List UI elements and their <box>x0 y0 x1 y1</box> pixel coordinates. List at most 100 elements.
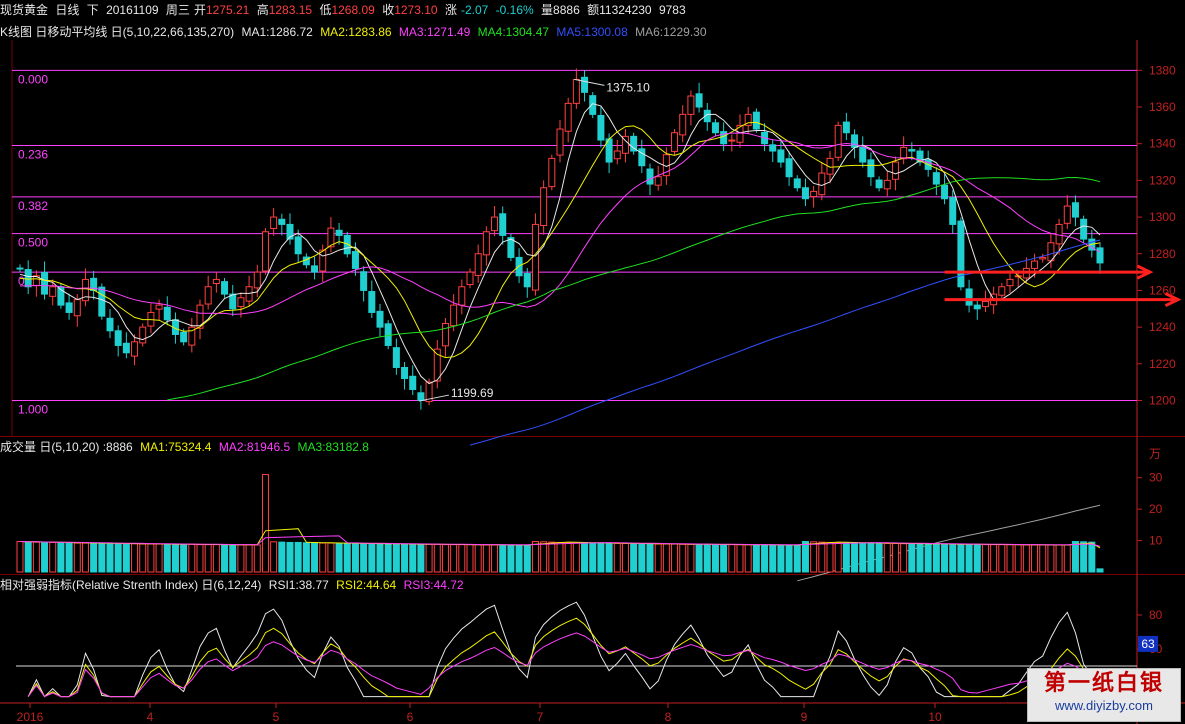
candle-body <box>965 288 973 306</box>
volume-bar <box>278 541 286 573</box>
time-tick-label: 4 <box>147 710 154 724</box>
candle-body <box>114 330 122 346</box>
volume-bar <box>842 542 850 573</box>
volume-bar <box>106 542 114 573</box>
volume-bar <box>875 542 883 573</box>
candle-body <box>122 342 130 354</box>
time-tick-label: 7 <box>537 710 544 724</box>
volume-bar <box>1039 544 1047 573</box>
candle-body <box>106 317 114 332</box>
volume-bar <box>515 544 523 573</box>
candle-body <box>867 159 875 178</box>
candle-body <box>409 375 417 390</box>
volume-bar <box>294 541 302 573</box>
volume-bar <box>630 543 638 573</box>
candle-body <box>376 310 384 328</box>
volume-bar <box>613 542 621 573</box>
volume-bar <box>1031 544 1039 573</box>
candle-body <box>351 251 359 269</box>
candle-body <box>842 121 850 134</box>
high-annotation: 1375.10 <box>606 80 650 94</box>
price-tick-label: 1200 <box>1149 393 1176 407</box>
volume-bar <box>458 544 466 573</box>
volume-bar <box>507 544 515 573</box>
volume-bar <box>924 543 932 573</box>
volume-bar <box>171 543 179 573</box>
candle-body <box>581 76 589 93</box>
candle-body <box>810 190 818 198</box>
volume-bar <box>957 543 965 573</box>
volume-bar <box>777 544 785 573</box>
fib-label: 0.000 <box>18 72 48 86</box>
volume-bar <box>245 544 253 573</box>
time-tick-label: 9 <box>801 710 808 724</box>
candle-body <box>941 184 949 200</box>
volume-bar <box>441 544 449 573</box>
volume-bar <box>1080 541 1088 573</box>
rsi3-line <box>27 632 1101 698</box>
candle-body <box>401 366 409 379</box>
volume-tick-label: 30 <box>1149 471 1163 485</box>
volume-bar <box>810 541 818 573</box>
volume-bar <box>1055 544 1063 573</box>
volume-bar <box>57 542 65 573</box>
candle-body <box>450 304 458 327</box>
volume-bar <box>581 542 589 573</box>
candle-body <box>1039 256 1047 260</box>
price-tick-label: 1220 <box>1149 357 1176 371</box>
volume-bar <box>908 543 916 573</box>
volume-bar <box>131 543 139 573</box>
volume-bar <box>392 543 400 573</box>
candle-body <box>1006 278 1014 287</box>
volume-bar <box>237 544 245 573</box>
volume-bar <box>941 543 949 573</box>
kline-chart[interactable]: 1200122012401260128013001320134013601380… <box>0 0 1185 724</box>
candle-body <box>131 341 139 357</box>
candle-body <box>793 178 801 189</box>
volume-tick-label: 20 <box>1149 502 1163 516</box>
candle-body <box>589 95 597 115</box>
candle-body <box>679 113 687 136</box>
watermark-url: www.diyizby.com <box>1054 698 1153 713</box>
volume-bar <box>32 541 40 573</box>
volume-bar <box>98 542 106 573</box>
volume-bar <box>973 543 981 573</box>
volume-bar <box>654 543 662 573</box>
volume-bar <box>572 542 580 573</box>
volume-bar <box>1022 544 1030 573</box>
candle-body <box>261 231 269 272</box>
volume-bar <box>401 543 409 573</box>
candle-body <box>212 278 220 284</box>
volume-bar <box>261 474 269 573</box>
volume-bar <box>204 544 212 573</box>
price-tick-label: 1360 <box>1149 100 1176 114</box>
volume-bar <box>605 542 613 573</box>
candle-body <box>540 187 548 227</box>
volume-bar <box>122 543 130 573</box>
volume-bar <box>981 544 989 573</box>
candle-body <box>801 187 809 200</box>
volume-bar <box>433 543 441 573</box>
candle-body <box>777 149 785 163</box>
candle-body <box>1080 218 1088 240</box>
candle-body <box>73 299 81 317</box>
volume-bar <box>253 544 261 573</box>
candle-body <box>49 286 57 297</box>
candle-body <box>294 236 302 255</box>
volume-bar <box>728 544 736 573</box>
volume-bar <box>155 543 163 573</box>
candle-body <box>1055 223 1063 245</box>
low-annotation: 1199.69 <box>451 386 494 400</box>
volume-bar <box>548 541 556 573</box>
candle-body <box>932 172 940 185</box>
rsi-tick-label: 80 <box>1149 608 1163 622</box>
candle-body <box>883 179 891 190</box>
volume-bar <box>319 542 327 573</box>
candle-body <box>859 146 867 163</box>
time-tick-label: 10 <box>928 710 942 724</box>
candle-body <box>564 102 572 132</box>
volume-bar <box>466 544 474 573</box>
candle-body <box>556 128 564 156</box>
candle-body <box>245 286 253 302</box>
fib-label: 1.000 <box>18 402 48 416</box>
